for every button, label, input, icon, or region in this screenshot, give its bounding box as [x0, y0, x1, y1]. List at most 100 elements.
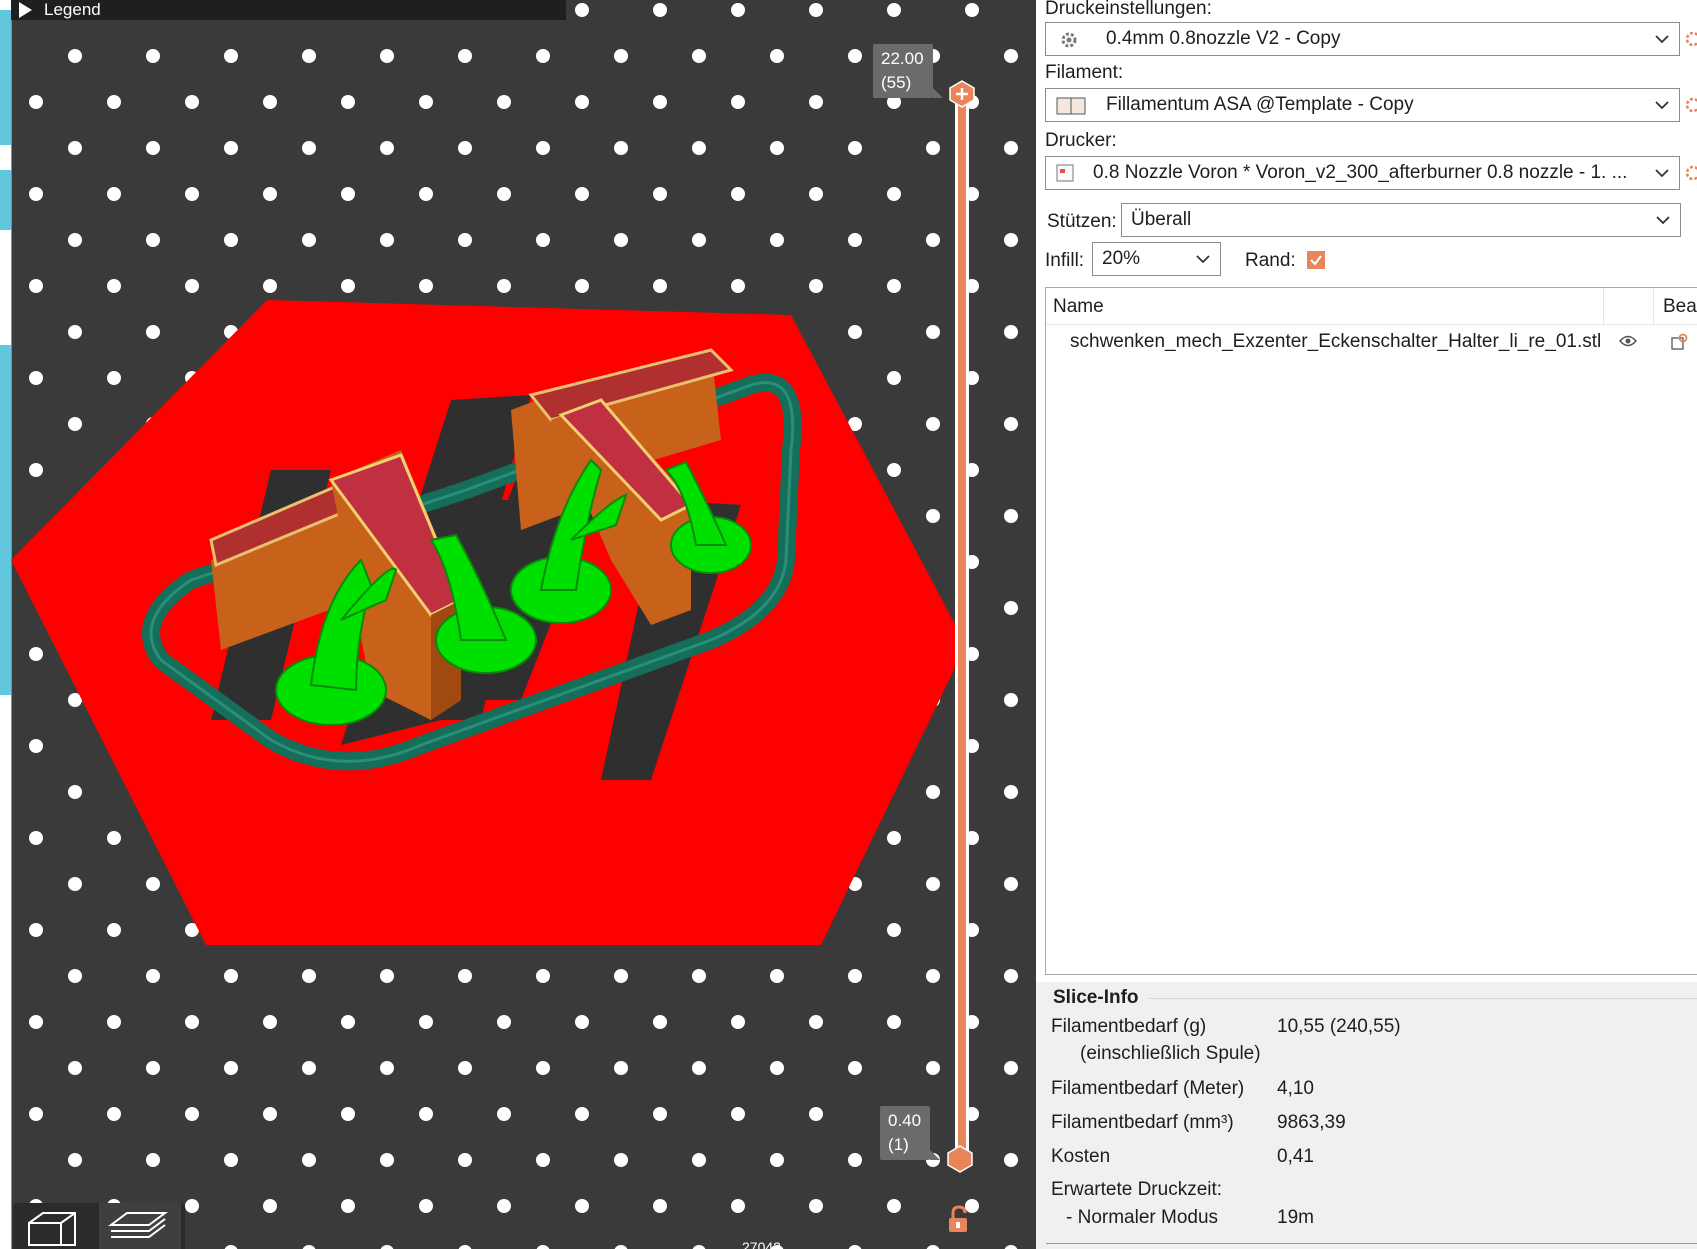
- gear-icon[interactable]: [1685, 165, 1697, 181]
- bed-dot: [302, 1245, 316, 1249]
- slice-info-section: Slice-Info Filamentbedarf (g) 10,55 (240…: [1036, 982, 1697, 1249]
- bed-dot: [29, 95, 43, 109]
- bed-dot: [1004, 325, 1018, 339]
- layers-icon[interactable]: [99, 1203, 181, 1249]
- bed-dot: [770, 1153, 784, 1167]
- column-edit-header[interactable]: Bea...: [1663, 296, 1697, 318]
- layer-bottom-label: 0.40 (1): [880, 1106, 941, 1160]
- bed-dot: [146, 969, 160, 983]
- bed-dot: [926, 1061, 940, 1075]
- normal-mode-value: 19m: [1277, 1207, 1314, 1228]
- bed-dot: [575, 279, 589, 293]
- bed-dot: [302, 49, 316, 63]
- bed-dot: [770, 1061, 784, 1075]
- bed-dot: [887, 1199, 901, 1213]
- bed-dot: [692, 969, 706, 983]
- supports-value: Überall: [1131, 209, 1192, 230]
- object-list[interactable]: Name Bea... schwenken_mech_Exzenter_Ecke…: [1045, 287, 1697, 975]
- legend-toggle[interactable]: Legend: [11, 0, 566, 20]
- bed-dot: [107, 831, 121, 845]
- bed-dot: [146, 49, 160, 63]
- bed-dot: [146, 1061, 160, 1075]
- bed-dot: [848, 325, 862, 339]
- bed-dot: [380, 141, 394, 155]
- bed-dot: [107, 1015, 121, 1029]
- layer-top-thumb[interactable]: [948, 80, 976, 108]
- bed-dot: [29, 647, 43, 661]
- column-name-header[interactable]: Name: [1053, 296, 1104, 318]
- bed-dot: [731, 187, 745, 201]
- bed-dot: [1004, 141, 1018, 155]
- layer-bottom-thumb[interactable]: [946, 1145, 974, 1173]
- bed-dot: [653, 1107, 667, 1121]
- bed-dot: [107, 371, 121, 385]
- bed-dot: [536, 1245, 550, 1249]
- bed-dot: [224, 233, 238, 247]
- print-preview-scene[interactable]: [11, 0, 1036, 1249]
- unlock-icon[interactable]: [944, 1205, 974, 1235]
- bed-dot: [809, 1015, 823, 1029]
- bed-dot: [224, 1153, 238, 1167]
- bed-dot: [302, 1061, 316, 1075]
- bed-dot: [965, 3, 979, 17]
- filament-mm3-label: Filamentbedarf (mm³): [1051, 1112, 1234, 1133]
- bed-dot: [107, 187, 121, 201]
- bed-dot: [575, 1199, 589, 1213]
- bed-dot: [497, 187, 511, 201]
- bed-dot: [575, 1015, 589, 1029]
- filament-select[interactable]: Fillamentum ASA @Template - Copy: [1045, 88, 1680, 122]
- brim-label: Rand:: [1245, 250, 1296, 271]
- bed-dot: [614, 969, 628, 983]
- bed-dot: [1004, 969, 1018, 983]
- chevron-down-icon: [1656, 216, 1670, 225]
- bed-dot: [380, 1061, 394, 1075]
- filament-g-label: Filamentbedarf (g): [1051, 1016, 1207, 1037]
- move-count: 27042: [742, 1239, 781, 1249]
- printer-select[interactable]: 0.8 Nozzle Voron * Voron_v2_300_afterbur…: [1045, 156, 1680, 190]
- bed-dot: [68, 1153, 82, 1167]
- bed-dot: [380, 1153, 394, 1167]
- bed-dot: [887, 1015, 901, 1029]
- bed-dot: [848, 1245, 862, 1249]
- bed-dot: [29, 187, 43, 201]
- bed-dot: [224, 969, 238, 983]
- bed-dot: [29, 279, 43, 293]
- bed-dot: [263, 1199, 277, 1213]
- layer-top-label: 22.00 (55): [873, 44, 943, 98]
- bed-dot: [1004, 693, 1018, 707]
- eye-icon[interactable]: [1619, 334, 1637, 348]
- bed-dot: [497, 1015, 511, 1029]
- bed-dot: [29, 1015, 43, 1029]
- infill-select[interactable]: 20%: [1092, 242, 1221, 276]
- 3d-preview-viewport[interactable]: Legend 22.00 (55) 0.40 (1) 27042: [0, 0, 1036, 1249]
- gear-icon[interactable]: [1685, 31, 1697, 47]
- settings-panel: Druckeinstellungen: 0.4mm 0.8nozzle V2 -…: [1036, 0, 1697, 1249]
- bed-dot: [380, 969, 394, 983]
- bed-dot: [653, 1199, 667, 1213]
- bed-dot: [809, 3, 823, 17]
- bed-dot: [185, 279, 199, 293]
- bed-dot: [926, 969, 940, 983]
- bed-dot: [1004, 49, 1018, 63]
- bed-dot: [536, 49, 550, 63]
- bed-dot: [926, 417, 940, 431]
- bed-dot: [575, 3, 589, 17]
- brim-checkbox[interactable]: [1307, 251, 1325, 269]
- bed-dot: [341, 1015, 355, 1029]
- bed-dot: [29, 923, 43, 937]
- bed-dot: [419, 1199, 433, 1213]
- supports-select[interactable]: Überall: [1121, 203, 1681, 237]
- list-item[interactable]: schwenken_mech_Exzenter_Eckenschalter_Ha…: [1046, 326, 1697, 360]
- slice-info-title: Slice-Info: [1053, 987, 1139, 1008]
- print-settings-select[interactable]: 0.4mm 0.8nozzle V2 - Copy: [1045, 22, 1680, 56]
- bed-dot: [1004, 417, 1018, 431]
- bed-dot: [809, 187, 823, 201]
- bed-dot: [1004, 233, 1018, 247]
- cube-icon[interactable]: [13, 1203, 95, 1249]
- gear-icon[interactable]: [1685, 97, 1697, 113]
- bed-dot: [692, 1153, 706, 1167]
- bed-dot: [536, 233, 550, 247]
- edit-settings-icon[interactable]: [1670, 333, 1688, 351]
- bed-dot: [692, 1245, 706, 1249]
- bed-dot: [848, 969, 862, 983]
